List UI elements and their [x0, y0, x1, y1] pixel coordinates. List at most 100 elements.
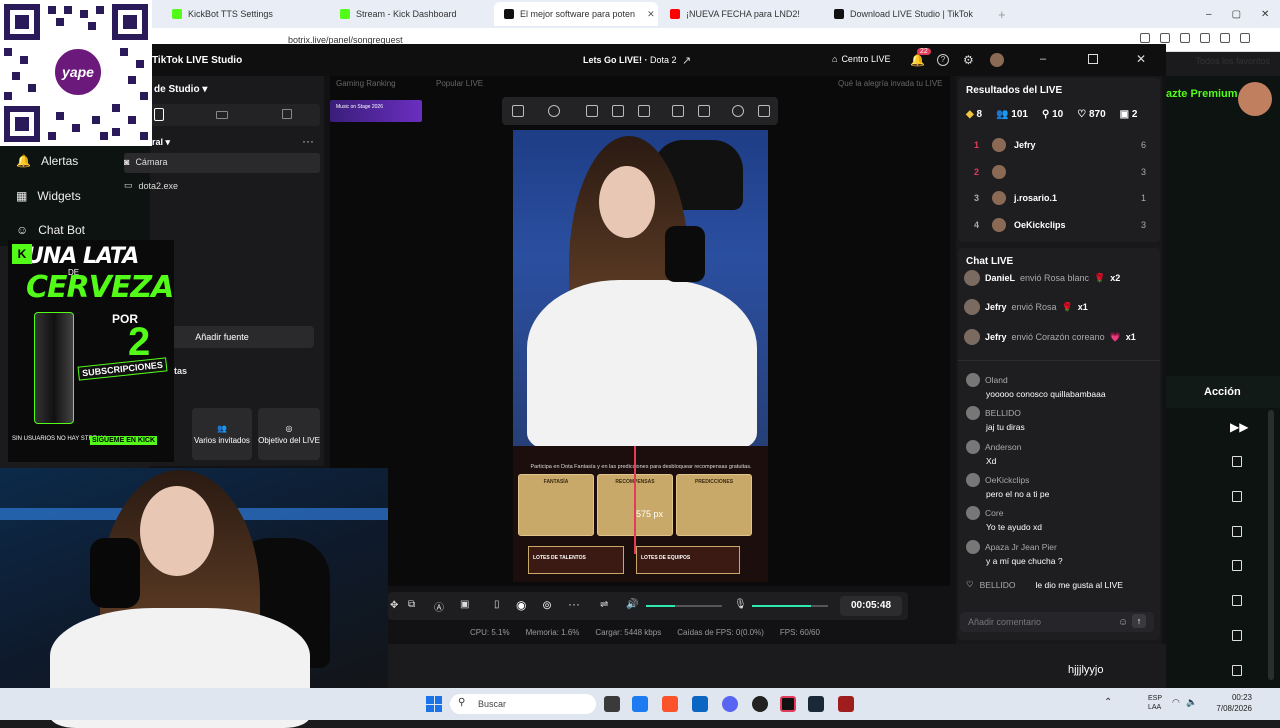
source-dota2[interactable]: ▭ dota2.exe [124, 180, 178, 191]
layout-icon[interactable]: ⧉ [408, 599, 415, 610]
layer-up-icon[interactable] [672, 105, 684, 117]
portrait-icon[interactable] [154, 108, 164, 121]
predicciones-card[interactable]: PREDICCIONES [676, 474, 752, 536]
close-icon[interactable]: ✕ [647, 9, 655, 20]
new-tab-button[interactable]: + [988, 2, 1008, 26]
bell-icon[interactable]: 🔔 [910, 53, 925, 67]
ranking-row[interactable]: 3 j.rosario.1 1 [974, 191, 1146, 205]
speaker-volume-slider[interactable] [646, 605, 722, 607]
maximize-icon[interactable]: ▢ [1232, 9, 1241, 20]
chat-message[interactable]: Oland yooooo conosco quillabambaaa [966, 373, 1152, 399]
team-bundle[interactable]: LOTES DE EQUIPOS [636, 546, 740, 574]
send-button[interactable]: ↑ [1132, 614, 1146, 628]
settings-icon[interactable] [732, 105, 744, 117]
volume-icon[interactable]: 🔈 [1186, 697, 1197, 708]
more-icon[interactable]: ··· [302, 134, 314, 148]
task-view-icon[interactable] [604, 696, 620, 712]
landscape-icon[interactable] [216, 111, 228, 119]
wifi-icon[interactable]: ◠ [1172, 697, 1180, 708]
chat-message[interactable]: Anderson Xd [966, 440, 1152, 466]
chat-message[interactable]: Core Yo te ayudo xd [966, 506, 1152, 532]
position-icon[interactable] [548, 105, 560, 117]
trash-icon[interactable] [1232, 630, 1242, 641]
copilot-icon[interactable] [632, 696, 648, 712]
tab-youtube[interactable]: ¡NUEVA FECHA para LND2! [660, 2, 820, 26]
talent-bundle[interactable]: LOTES DE TALENTOS [528, 546, 624, 574]
ranking-row[interactable]: 23 [974, 165, 1146, 179]
trash-icon[interactable] [1232, 526, 1242, 537]
camera-preview[interactable] [513, 130, 768, 450]
extension-icon[interactable] [1200, 33, 1210, 43]
clock[interactable]: 00:23 7/08/2026 [1200, 692, 1252, 714]
expand-icon[interactable]: ✥ [390, 600, 398, 611]
steam-icon[interactable] [808, 696, 824, 712]
tab-tiktok-download[interactable]: Download LIVE Studio | TikTok [824, 2, 984, 26]
like-message[interactable]: ♡ BELLIDO le dio me gusta al LIVE [966, 579, 1152, 590]
trash-icon[interactable] [1232, 491, 1242, 502]
ai-icon[interactable]: Ⓐ [434, 599, 444, 614]
minimize-icon[interactable]: – [1040, 53, 1046, 65]
fantasia-card[interactable]: FANTASÍA [518, 474, 594, 536]
store-icon[interactable] [692, 696, 708, 712]
dual-layout-icon[interactable] [282, 109, 292, 119]
resize-icon[interactable] [512, 105, 524, 117]
scene-group[interactable]: ral ▾ [152, 137, 170, 148]
sidebar-item-alertas[interactable]: 🔔 Alertas [16, 154, 78, 168]
speaker-icon[interactable]: 🔊 [626, 599, 638, 610]
trash-icon[interactable] [1232, 665, 1242, 676]
phone-icon[interactable]: ▯ [494, 599, 500, 610]
record-icon[interactable]: ◉ [516, 598, 526, 612]
obs-icon[interactable] [752, 696, 768, 712]
ranking-row[interactable]: 4 OeKickclips 3 [974, 218, 1146, 232]
mic-volume-slider[interactable] [752, 605, 828, 607]
minimize-icon[interactable]: – [1206, 9, 1212, 20]
extension-icon[interactable] [1180, 33, 1190, 43]
mixer-icon[interactable]: ⇌ [600, 599, 608, 610]
dota2-icon[interactable] [838, 696, 854, 712]
mic-icon[interactable]: 🎙 [734, 599, 747, 610]
kick-premium-link[interactable]: azte Premium [1166, 88, 1238, 100]
music-on-stage-thumb[interactable]: Music on Stage 2026 [330, 100, 422, 122]
avatar[interactable] [990, 53, 1004, 67]
trash-icon[interactable] [1232, 595, 1242, 606]
gear-icon[interactable]: ⚙ [963, 53, 974, 67]
camera-toggle-icon[interactable]: ⊚ [542, 598, 552, 612]
copy-icon[interactable] [612, 105, 624, 117]
avatar[interactable] [1238, 82, 1272, 116]
trash-icon[interactable] [1232, 560, 1242, 571]
favorites-link[interactable]: Todos los favoritos [1150, 56, 1270, 66]
close-icon[interactable]: ✕ [1261, 9, 1269, 20]
source-camara[interactable]: ◙ Cámara [124, 157, 167, 167]
sidebar-item-chatbot[interactable]: ☺ Chat Bot [16, 223, 85, 237]
studio-menu[interactable]: de Studio ▾ [154, 84, 207, 95]
ranking-row[interactable]: 1 Jefry 6 [974, 138, 1146, 152]
windows-start-icon[interactable] [426, 696, 442, 712]
extension-icon[interactable] [1160, 33, 1170, 43]
multi-guest-button[interactable]: 👥 Varios invitados [192, 408, 252, 460]
crop-icon[interactable] [586, 105, 598, 117]
chevron-up-icon[interactable]: ⌃ [1104, 697, 1112, 708]
extension-icon[interactable] [1140, 33, 1150, 43]
share-icon[interactable]: ↗ [682, 54, 691, 67]
scrollbar[interactable] [1268, 410, 1274, 680]
language-indicator[interactable]: ESP LAA [1148, 694, 1162, 712]
chat-message[interactable]: Apaza Jr Jean Pier y a mí que chucha ? [966, 540, 1152, 566]
maximize-icon[interactable] [1088, 54, 1098, 64]
live-goal-button[interactable]: ◎ Objetivo del LIVE [258, 408, 320, 460]
skip-icon[interactable]: ▶▶ [1230, 420, 1248, 434]
more-icon[interactable]: ··· [568, 597, 580, 611]
centro-live-button[interactable]: ⌂ Centro LIVE [832, 54, 890, 64]
emoji-icon[interactable]: ☺ [1118, 617, 1128, 628]
tab-kickbot[interactable]: KickBot TTS Settings [162, 2, 326, 26]
flip-icon[interactable] [638, 105, 650, 117]
extension-icon[interactable] [1240, 33, 1250, 43]
layer-down-icon[interactable] [698, 105, 710, 117]
tiktok-icon[interactable] [780, 696, 796, 712]
tab-kick-dashboard[interactable]: Stream - Kick Dashboard [330, 2, 490, 26]
window-controls[interactable]: – ▢ ✕ [1196, 2, 1276, 26]
help-icon[interactable]: ? [937, 54, 949, 66]
taskbar-search[interactable]: Buscar [450, 694, 596, 714]
delete-icon[interactable] [758, 105, 770, 117]
chat-message[interactable]: BELLIDO jaj tu diras [966, 406, 1152, 432]
close-icon[interactable]: ✕ [1136, 52, 1146, 66]
